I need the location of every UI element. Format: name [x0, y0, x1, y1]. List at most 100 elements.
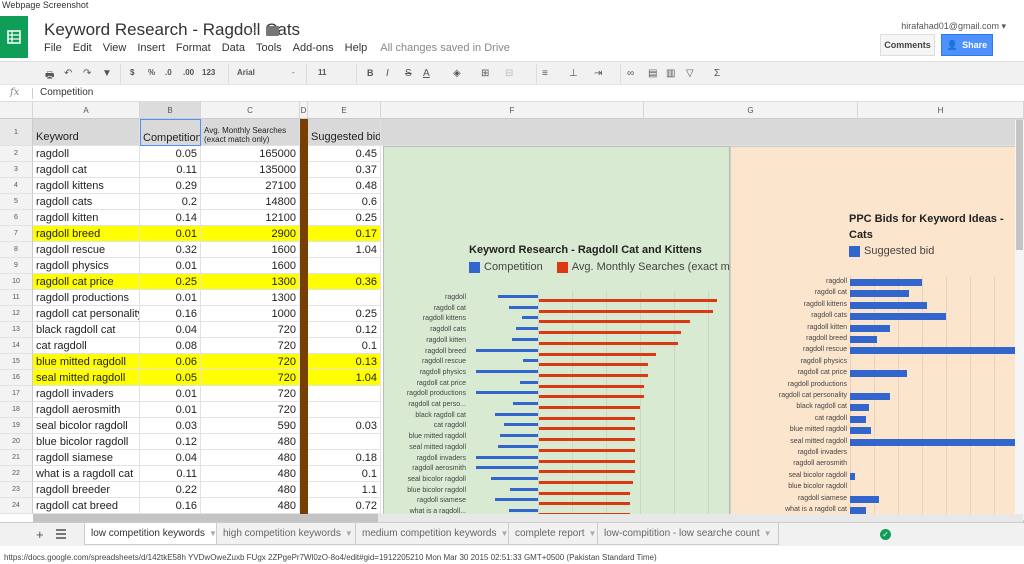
- comment-icon[interactable]: ▤: [648, 68, 657, 79]
- competition-bar[interactable]: [516, 327, 538, 331]
- chevron-down-icon[interactable]: ▼: [764, 529, 772, 538]
- cell-competition[interactable]: 0.12: [140, 434, 201, 450]
- searches-bar[interactable]: [539, 373, 648, 377]
- cell-searches[interactable]: 165000: [201, 146, 300, 162]
- cell-bid[interactable]: 0.03: [308, 418, 381, 434]
- cell-bid[interactable]: 0.25: [308, 210, 381, 226]
- searches-bar[interactable]: [539, 470, 636, 474]
- cell-competition[interactable]: 0.14: [140, 210, 201, 226]
- row-number[interactable]: 15: [0, 354, 33, 370]
- increase-decimal-button[interactable]: .00: [183, 68, 194, 77]
- cell-bid[interactable]: 0.18: [308, 450, 381, 466]
- cell-keyword[interactable]: ragdoll siamese: [33, 450, 140, 466]
- cell-searches[interactable]: 1600: [201, 242, 300, 258]
- cell-searches[interactable]: 2900: [201, 226, 300, 242]
- sheet-tab-complete-report[interactable]: complete report ▼: [508, 523, 604, 545]
- comments-button[interactable]: Comments: [880, 34, 935, 56]
- ppc-bids-chart[interactable]: PPC Bids for Keyword Ideas - Cats Suggest…: [730, 146, 1024, 522]
- vertical-align-icon[interactable]: ⊥: [569, 68, 578, 79]
- bid-bar[interactable]: [850, 438, 1016, 446]
- cell-searches[interactable]: 27100: [201, 178, 300, 194]
- cell-searches[interactable]: 480: [201, 466, 300, 482]
- row-number[interactable]: 22: [0, 466, 33, 482]
- row-number[interactable]: 14: [0, 338, 33, 354]
- cell-searches[interactable]: 1600: [201, 258, 300, 274]
- menu-help[interactable]: Help: [345, 42, 368, 54]
- searches-bar[interactable]: [539, 331, 682, 335]
- competition-bar[interactable]: [511, 337, 538, 341]
- cell-bid[interactable]: 0.72: [308, 498, 381, 514]
- star-icon[interactable]: ☆: [246, 20, 259, 38]
- row-number[interactable]: 12: [0, 306, 33, 322]
- searches-bar[interactable]: [539, 406, 641, 409]
- competition-bar[interactable]: [521, 316, 538, 320]
- cell-keyword[interactable]: what is a ragdoll cat: [33, 466, 140, 482]
- row-number[interactable]: 6: [0, 210, 33, 226]
- bid-bar[interactable]: [850, 324, 890, 332]
- cell-competition[interactable]: 0.01: [140, 258, 201, 274]
- cell-searches[interactable]: 720: [201, 338, 300, 354]
- horizontal-scrollbar[interactable]: [33, 514, 1023, 522]
- cell-searches[interactable]: 480: [201, 482, 300, 498]
- competition-bar[interactable]: [503, 423, 538, 427]
- row-number[interactable]: 11: [0, 290, 33, 306]
- searches-bar[interactable]: [539, 384, 645, 388]
- cell-competition[interactable]: 0.01: [140, 402, 201, 418]
- cell-keyword[interactable]: blue mitted ragdoll: [33, 354, 140, 370]
- font-select[interactable]: Arial: [237, 68, 255, 77]
- horizontal-scrollbar-thumb[interactable]: [33, 514, 378, 522]
- cell-keyword[interactable]: ragdoll aerosmith: [33, 402, 140, 418]
- competition-bar[interactable]: [513, 402, 538, 405]
- cell-keyword[interactable]: blue bicolor ragdoll: [33, 434, 140, 450]
- cell-keyword[interactable]: ragdoll kitten: [33, 210, 140, 226]
- row-number[interactable]: 18: [0, 402, 33, 418]
- cell-competition[interactable]: 0.01: [140, 290, 201, 306]
- borders-icon[interactable]: ⊞: [481, 68, 489, 79]
- searches-bar[interactable]: [539, 352, 657, 356]
- searches-bar[interactable]: [539, 491, 630, 495]
- cell-bid[interactable]: 0.45: [308, 146, 381, 162]
- cell-competition[interactable]: 0.05: [140, 146, 201, 162]
- italic-button[interactable]: I: [386, 68, 389, 79]
- menu-addons[interactable]: Add-ons: [293, 42, 334, 54]
- cell-bid[interactable]: 1.1: [308, 482, 381, 498]
- save-status[interactable]: All changes saved in Drive: [380, 42, 510, 54]
- competition-bar[interactable]: [508, 509, 538, 512]
- menu-format[interactable]: Format: [176, 42, 211, 54]
- cell-bid[interactable]: 0.1: [308, 466, 381, 482]
- cell-bid[interactable]: 0.37: [308, 162, 381, 178]
- column-header-b[interactable]: B: [140, 102, 201, 119]
- searches-bar[interactable]: [539, 416, 636, 420]
- select-all-corner[interactable]: [0, 102, 33, 119]
- competition-bar[interactable]: [494, 412, 538, 416]
- cell-keyword[interactable]: ragdoll kittens: [33, 178, 140, 194]
- bid-bar[interactable]: [850, 415, 866, 423]
- bid-bar[interactable]: [850, 347, 1016, 355]
- functions-button[interactable]: Σ: [714, 68, 720, 79]
- row-number[interactable]: 5: [0, 194, 33, 210]
- cell-competition[interactable]: 0.2: [140, 194, 201, 210]
- header-competition[interactable]: Competition: [140, 119, 201, 146]
- searches-bar[interactable]: [539, 299, 717, 302]
- cell-keyword[interactable]: ragdoll cat personality: [33, 306, 140, 322]
- header-empty[interactable]: [381, 119, 1024, 146]
- chevron-down-icon[interactable]: ▼: [345, 529, 353, 538]
- strikethrough-button[interactable]: S: [405, 68, 412, 79]
- sheets-logo[interactable]: [0, 16, 28, 58]
- menu-tools[interactable]: Tools: [256, 42, 282, 54]
- share-button[interactable]: 👤 Share: [941, 34, 993, 56]
- sheet-tab-low-competition[interactable]: low competition keywords ▼: [84, 523, 224, 545]
- cell-bid[interactable]: [308, 402, 381, 418]
- add-sheet-icon[interactable]: +: [36, 527, 44, 542]
- cell-searches[interactable]: 590: [201, 418, 300, 434]
- chevron-down-icon[interactable]: -: [292, 68, 295, 77]
- cell-keyword[interactable]: ragdoll cat price: [33, 274, 140, 290]
- cell-bid[interactable]: 0.12: [308, 322, 381, 338]
- row-number[interactable]: 19: [0, 418, 33, 434]
- bold-button[interactable]: B: [367, 68, 374, 78]
- competition-bar[interactable]: [520, 380, 538, 384]
- cell-competition[interactable]: 0.32: [140, 242, 201, 258]
- folder-icon[interactable]: [266, 26, 279, 36]
- print-icon[interactable]: 🖶: [45, 68, 54, 85]
- competition-bar[interactable]: [497, 444, 538, 448]
